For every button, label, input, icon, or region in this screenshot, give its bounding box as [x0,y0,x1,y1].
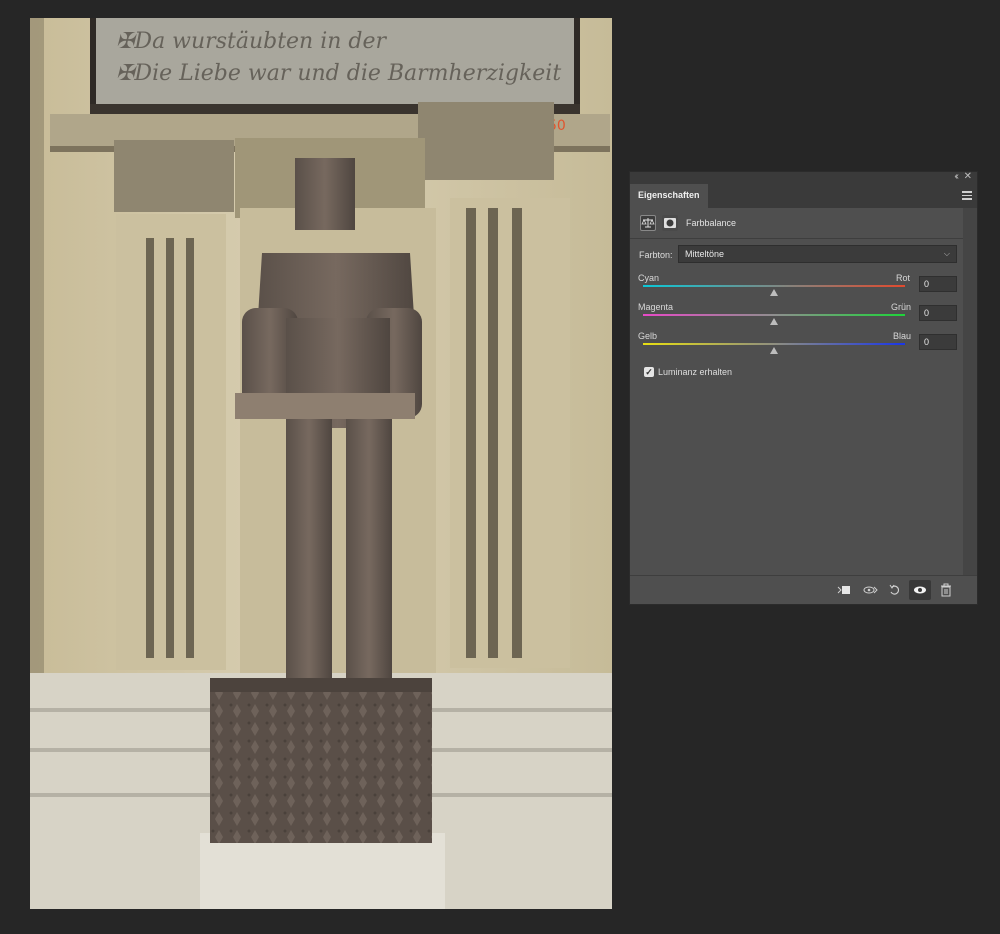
gelb-label: Gelb [638,331,658,341]
blau-label: Blau [893,331,912,341]
gelb-blau-slider-thumb[interactable] [770,347,778,354]
clip-to-layer-icon[interactable] [836,582,852,598]
panel-scrollbar[interactable] [963,208,977,577]
luminanz-label: Luminanz erhalten [658,367,733,377]
tab-eigenschaften[interactable]: Eigenschaften [630,184,708,208]
magenta-gruen-slider-thumb[interactable] [770,318,778,325]
luminanz-checkbox[interactable]: ✓ [644,367,654,377]
statue-photo: ✠Da wurstäubten in der ✠Die Liebe war un… [30,18,612,909]
panel-menu-icon[interactable] [962,191,972,202]
panel-top-strip: ‹‹ ✕ [630,171,977,184]
panel-bottom-bar [630,575,977,604]
adjustment-title: Farbbalance [686,218,737,228]
document-canvas[interactable]: ✠Da wurstäubten in der ✠Die Liebe war un… [30,18,612,909]
view-previous-state-icon[interactable] [862,582,878,598]
close-panel-icon[interactable]: ✕ [964,171,972,182]
collapse-panel-icon[interactable]: ‹‹ [954,171,958,182]
gruen-label: Grün [891,302,912,312]
mask-icon[interactable] [662,215,678,231]
magenta-gruen-track[interactable] [643,314,905,316]
properties-panel: ‹‹ ✕ Eigenschaften Farbbalance Farbton: … [629,171,978,605]
trash-icon[interactable] [938,582,954,598]
visibility-eye-icon[interactable] [909,580,931,600]
rot-label: Rot [896,273,911,283]
cyan-rot-value-field[interactable]: 0 [919,276,957,292]
panel-tab-bar: Eigenschaften [630,184,977,208]
gelb-blau-track[interactable] [643,343,905,345]
inscription-line-1: ✠Da wurstäubten in der [116,29,388,54]
scales-icon[interactable] [640,215,656,231]
farbton-value: Mitteltöne [685,249,725,259]
farbton-select[interactable]: Mitteltöne ⌵ [678,245,957,263]
cyan-rot-slider-thumb[interactable] [770,289,778,296]
inscription-line-2: ✠Die Liebe war und die Barmherzigkeit [116,61,561,86]
farbton-label: Farbton: [639,250,673,260]
cyan-rot-track[interactable] [643,285,905,287]
gelb-blau-value-field[interactable]: 0 [919,334,957,350]
chevron-down-icon: ⌵ [943,249,950,258]
magenta-gruen-value-field[interactable]: 0 [919,305,957,321]
cyan-label: Cyan [638,273,660,283]
reset-icon[interactable] [887,582,903,598]
adjustment-header: Farbbalance [630,208,977,239]
magenta-label: Magenta [638,302,674,312]
